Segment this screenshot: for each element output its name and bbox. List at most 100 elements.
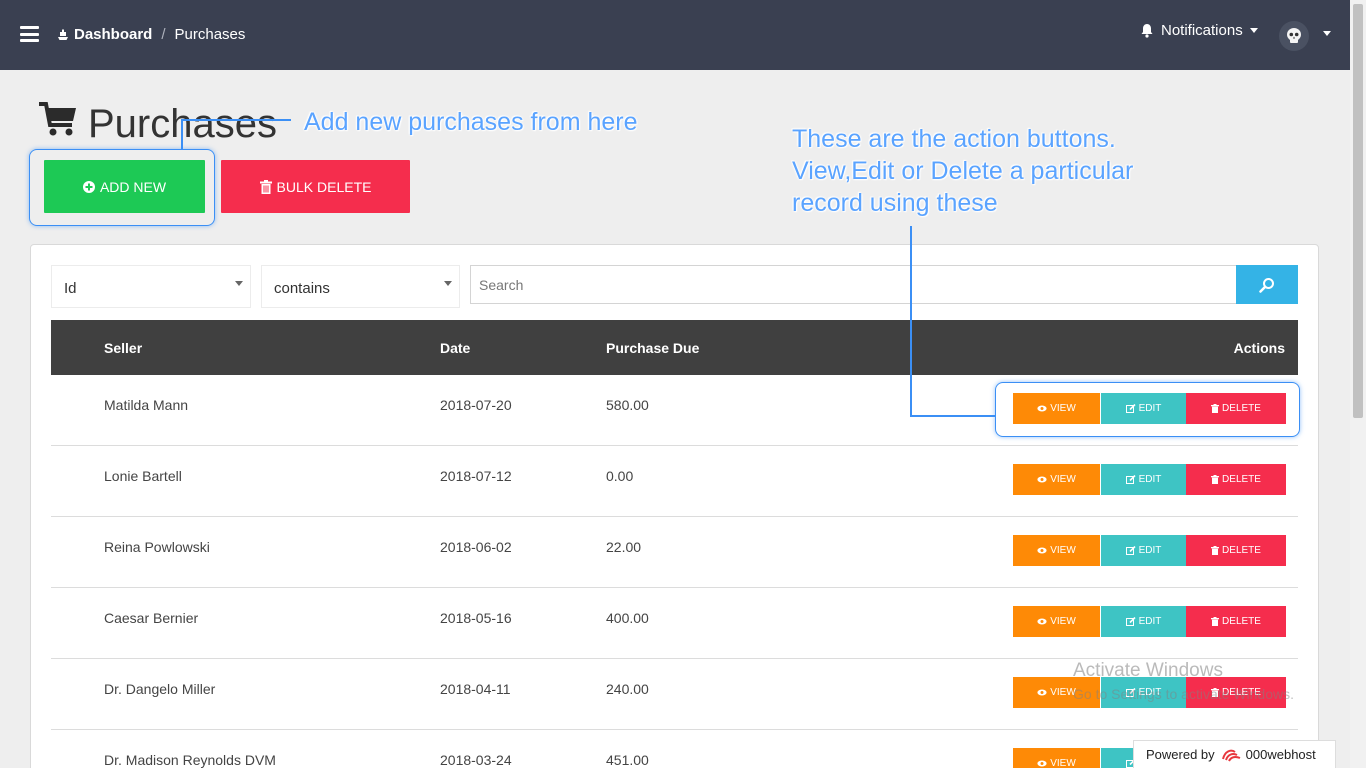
breadcrumb-dashboard-link[interactable]: Dashboard: [74, 26, 152, 43]
view-button[interactable]: VIEW: [1013, 748, 1100, 768]
eye-icon: [1037, 547, 1047, 554]
action-annotation-line-2: View,Edit or Delete a particular: [792, 157, 1134, 185]
edit-button[interactable]: EDIT: [1101, 464, 1186, 495]
purchase-due-cell: 0.00: [606, 468, 634, 484]
powered-by-label: Powered by: [1146, 747, 1215, 762]
breadcrumb-separator: /: [161, 26, 166, 43]
seller-cell: Lonie Bartell: [104, 468, 182, 484]
trash-icon: [259, 179, 272, 194]
date-cell: 2018-05-16: [440, 610, 512, 626]
trash-icon: [1211, 617, 1220, 626]
filter-field-value: Id: [64, 280, 77, 297]
edit-icon: [1125, 617, 1136, 626]
add-annotation-line-horizontal: [181, 119, 291, 121]
edit-label: EDIT: [1138, 616, 1162, 627]
edit-label: EDIT: [1138, 545, 1162, 556]
activate-windows-subtext: Go to Settings to activate Windows.: [1073, 686, 1294, 702]
action-buttons-highlight-box: [995, 382, 1300, 437]
hamburger-menu-icon[interactable]: [20, 26, 39, 42]
search-input[interactable]: [470, 265, 1237, 304]
table-row: Caesar Bernier 2018-05-16 400.00 VIEW EDIT DE…: [51, 588, 1298, 659]
view-button[interactable]: VIEW: [1013, 606, 1100, 637]
delete-label: DELETE: [1222, 616, 1261, 627]
delete-button[interactable]: DELETE: [1186, 606, 1286, 637]
purchase-due-cell: 240.00: [606, 681, 649, 697]
purchase-due-cell: 22.00: [606, 539, 642, 555]
host-brand-label: 000webhost: [1245, 747, 1316, 762]
view-button[interactable]: VIEW: [1013, 535, 1100, 566]
date-cell: 2018-06-02: [440, 539, 512, 555]
breadcrumb-current: Purchases: [174, 26, 246, 43]
add-new-annotation-text: Add new purchases from here: [304, 108, 638, 136]
skull-icon: [1287, 28, 1301, 43]
date-cell: 2018-04-11: [440, 681, 511, 697]
delete-button[interactable]: DELETE: [1186, 464, 1286, 495]
edit-icon: [1125, 475, 1136, 484]
chevron-down-icon: [235, 281, 243, 286]
breadcrumb: Dashboard / Purchases: [56, 26, 245, 43]
seller-cell: Matilda Mann: [104, 397, 189, 413]
eye-icon: [1037, 760, 1047, 767]
trash-icon: [1211, 475, 1220, 484]
table-row: Dr. Madison Reynolds DVM 2018-03-24 451.00…: [51, 730, 1298, 768]
view-label: VIEW: [1050, 545, 1076, 556]
purchase-due-cell: 400.00: [606, 610, 649, 626]
table-header: Seller Date Purchase Due Actions: [51, 320, 1298, 375]
powered-by-badge[interactable]: Powered by 000webhost: [1133, 740, 1336, 768]
column-header-purchase-due: Purchase Due: [606, 340, 700, 356]
ship-icon: [58, 29, 68, 40]
eye-icon: [1037, 689, 1047, 696]
bulk-delete-button[interactable]: BULK DELETE: [221, 160, 410, 213]
edit-icon: [1125, 546, 1136, 555]
add-new-highlight-box: [29, 149, 215, 226]
notifications-label: Notifications: [1161, 22, 1243, 39]
activate-windows-watermark: Activate Windows: [1073, 660, 1223, 681]
view-label: VIEW: [1050, 474, 1076, 485]
seller-cell: Reina Powlowski: [104, 539, 210, 555]
table-row: Lonie Bartell 2018-07-12 0.00 VIEW EDIT DELET…: [51, 446, 1298, 517]
webhost-logo-icon: [1221, 749, 1241, 762]
seller-cell: Dr. Dangelo Miller: [104, 681, 216, 697]
add-annotation-line-vertical: [181, 119, 183, 149]
filter-operator-select[interactable]: contains: [261, 265, 460, 308]
table-row: Reina Powlowski 2018-06-02 22.00 VIEW EDIT DE…: [51, 517, 1298, 588]
scrollbar-thumb[interactable]: [1353, 4, 1363, 418]
notifications-dropdown[interactable]: Notifications: [1140, 22, 1258, 39]
bell-icon: [1141, 24, 1153, 38]
user-avatar[interactable]: [1279, 21, 1309, 51]
delete-label: DELETE: [1222, 474, 1261, 485]
column-header-seller: Seller: [104, 340, 143, 356]
action-annotation-line-1: These are the action buttons.: [792, 125, 1116, 153]
action-annotation-line-3: record using these: [792, 189, 998, 217]
user-menu-chevron-icon[interactable]: [1323, 31, 1331, 36]
cart-icon: [39, 102, 76, 136]
filter-operator-value: contains: [274, 280, 330, 297]
search-icon: [1259, 277, 1274, 293]
top-navbar: Dashboard / Purchases Notifications: [0, 0, 1350, 70]
column-header-actions: Actions: [1233, 340, 1285, 356]
delete-button[interactable]: DELETE: [1186, 535, 1286, 566]
view-label: VIEW: [1050, 616, 1076, 627]
eye-icon: [1037, 476, 1047, 483]
edit-label: EDIT: [1138, 474, 1162, 485]
purchase-due-cell: 451.00: [606, 752, 649, 768]
bulk-delete-label: BULK DELETE: [276, 178, 372, 195]
eye-icon: [1037, 618, 1047, 625]
date-cell: 2018-03-24: [440, 752, 512, 768]
edit-button[interactable]: EDIT: [1101, 535, 1186, 566]
view-label: VIEW: [1050, 687, 1076, 698]
view-button[interactable]: VIEW: [1013, 464, 1100, 495]
chevron-down-icon: [444, 281, 452, 286]
chevron-down-icon: [1249, 28, 1258, 33]
filter-field-select[interactable]: Id: [51, 265, 251, 308]
purchase-due-cell: 580.00: [606, 397, 649, 413]
delete-label: DELETE: [1222, 545, 1261, 556]
search-button[interactable]: [1236, 265, 1298, 304]
action-annotation-line-horizontal: [910, 415, 995, 417]
date-cell: 2018-07-12: [440, 468, 512, 484]
trash-icon: [1211, 546, 1220, 555]
date-cell: 2018-07-20: [440, 397, 512, 413]
page-scrollbar[interactable]: [1350, 0, 1366, 768]
seller-cell: Caesar Bernier: [104, 610, 199, 626]
edit-button[interactable]: EDIT: [1101, 606, 1186, 637]
